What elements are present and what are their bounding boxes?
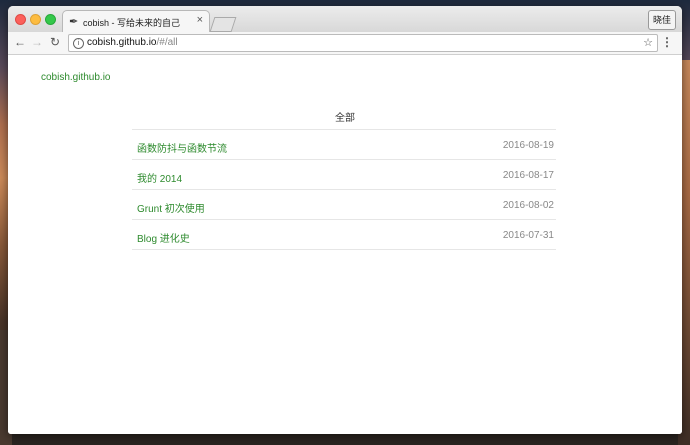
bookmark-star-icon[interactable]: ☆ [643,36,653,49]
minimize-window-button[interactable] [30,14,41,25]
browser-window: ✒ cobish - 写给未来的自己 × 晓佳 ← → ↻ i cobish.g… [8,6,682,434]
tab-close-icon[interactable]: × [197,14,203,26]
post-date: 2016-08-02 [502,200,554,211]
info-icon[interactable]: i [73,38,84,49]
page-content: cobish.github.io 全部 函数防抖与函数节流 2016-08-19… [8,55,682,434]
post-date: 2016-08-19 [502,140,554,151]
site-brand-link[interactable]: cobish.github.io [41,72,111,83]
post-date: 2016-07-31 [502,230,554,241]
new-tab-button[interactable] [209,17,237,32]
title-bar: ✒ cobish - 写给未来的自己 × 晓佳 [8,6,682,32]
post-row: Grunt 初次使用 2016-08-02 [132,190,556,220]
tab-title: cobish - 写给未来的自己 [83,18,181,28]
browser-toolbar: ← → ↻ i cobish.github.io/#/all ☆ ⋮ [8,32,682,55]
post-title-link[interactable]: Blog 进化史 [137,230,190,245]
maximize-window-button[interactable] [45,14,56,25]
profile-button[interactable]: 晓佳 [647,10,676,30]
url-text[interactable]: cobish.github.io/#/all [87,37,178,48]
back-arrow-icon[interactable]: ← [14,35,26,49]
post-row: Blog 进化史 2016-07-31 [132,220,556,250]
post-title-link[interactable]: Grunt 初次使用 [137,200,205,215]
address-bar[interactable]: i cobish.github.io/#/all ☆ [68,34,658,52]
close-window-button[interactable] [15,14,26,25]
reload-icon[interactable]: ↻ [50,35,60,49]
feather-icon: ✒ [69,16,79,28]
browser-tab[interactable]: ✒ cobish - 写给未来的自己 × [62,10,210,32]
menu-dots-icon[interactable]: ⋮ [661,35,673,49]
post-title-link[interactable]: 我的 2014 [137,170,182,185]
post-row: 函数防抖与函数节流 2016-08-19 [132,130,556,160]
post-row: 我的 2014 2016-08-17 [132,160,556,190]
forward-arrow-icon[interactable]: → [31,35,43,49]
post-date: 2016-08-17 [502,170,554,181]
url-host: cobish.github.io [87,37,157,48]
section-heading: 全部 [335,113,355,124]
url-path: /#/all [156,37,178,48]
post-title-link[interactable]: 函数防抖与函数节流 [137,140,227,155]
post-list: 函数防抖与函数节流 2016-08-19 我的 2014 2016-08-17 … [132,129,556,250]
